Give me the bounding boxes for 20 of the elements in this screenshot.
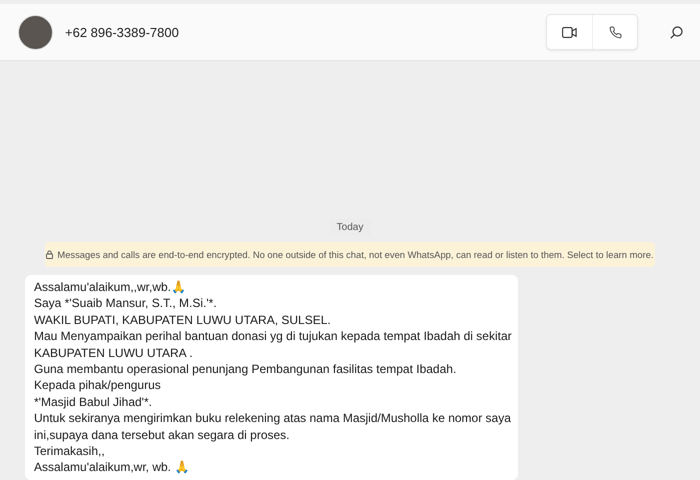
encryption-notice-text: Messages and calls are end-to-end encrypted. No one outside of this chat, not even WhatsApp, can read or listen to them. Select to learn more.: [57, 249, 654, 260]
message-text: Assalamu'alaikum,wr, wb. 🙏: [34, 459, 190, 476]
message-text: *'Masjid Babul Jihad'*.: [34, 394, 153, 410]
message-text: Kepada pihak/pengurus: [34, 377, 162, 394]
message-text: WAKIL BUPATI, KABUPATEN LUWU UTARA, SULSEL.: [34, 312, 332, 328]
contact-name: +62 896-3389-7800: [65, 24, 180, 40]
phone-icon: [608, 26, 622, 38]
avatar[interactable]: [18, 14, 53, 50]
lock-icon: [46, 250, 54, 259]
message-text: Saya *'Suaib Mansur, S.T., M.Si.'*.: [34, 295, 218, 312]
message-text: Guna membantu operasional penunjang Pembangunan fasilitas tempat Ibadah.: [34, 361, 458, 378]
encryption-notice[interactable]: Messages and calls are end-to-end encrypted. No one outside of this chat, not even WhatsApp, can read or listen to them. Select to learn more.: [45, 242, 655, 267]
search-icon: [670, 26, 682, 38]
message-text: ini,supaya dana tersebut akan segara di proses.: [34, 426, 290, 444]
message-text: KABUPATEN LUWU UTARA .: [34, 344, 194, 362]
message-text: Terimakasih,,: [34, 443, 106, 460]
video-camera-icon: [562, 26, 577, 38]
message-text: Mau Menyampaikan perihal bantuan donasi yg di tujukan kepada tempat Ibadah di sekitar: [34, 328, 509, 345]
message-text: Untuk sekiranya mengirimkan buku relekening atas nama Masjid/Musholla ke nomor saya: [34, 410, 509, 427]
message-text: Assalamu'alaikum,,wr,wb.🙏: [34, 279, 188, 296]
